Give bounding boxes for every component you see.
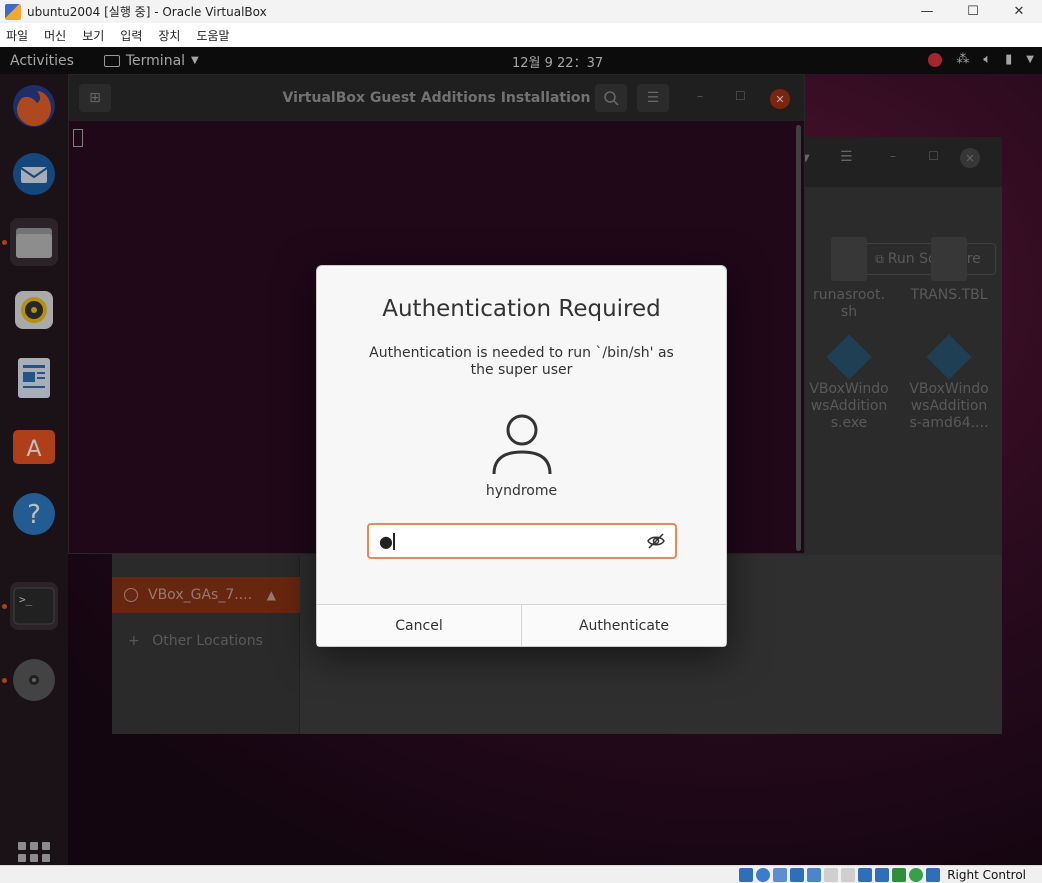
host-statusbar: Right Control [0,865,1042,883]
optical-drive-icon[interactable] [756,867,771,882]
hard-disk-icon[interactable] [739,867,754,882]
cpu-icon[interactable] [892,867,907,882]
authenticate-button[interactable]: Authenticate [521,605,726,646]
username-label: hyndrome [485,483,558,499]
password-field[interactable]: ● [367,523,677,559]
cancel-button[interactable]: Cancel [317,605,521,646]
usb-icon[interactable] [807,867,822,882]
host-titlebar: ubuntu2004 [실행 중] - Oracle VirtualBox — … [0,0,1042,23]
shared-folders-icon[interactable] [824,867,839,882]
keyboard-capture-icon[interactable] [926,867,941,882]
menu-machine[interactable]: 머신 [44,27,66,44]
user-avatar-icon [492,414,552,475]
host-menubar: 파일 머신 보기 입력 장치 도움말 [0,23,1042,47]
host-window-controls: — ☐ ✕ [904,0,1042,23]
video-capture-icon[interactable] [858,867,873,882]
menu-devices[interactable]: 장치 [158,27,180,44]
menu-file[interactable]: 파일 [6,27,28,44]
guest-display[interactable]: Activities Terminal ▼ 12월 9 22：37 ⁂ 🔈︎ ▮… [0,47,1042,865]
mouse-integration-icon[interactable] [909,867,924,882]
menu-input[interactable]: 입력 [120,27,142,44]
host-window-title: ubuntu2004 [실행 중] - Oracle VirtualBox [27,5,267,19]
minimize-button[interactable]: — [904,0,950,23]
maximize-button[interactable]: ☐ [950,0,996,23]
display-icon[interactable] [841,867,856,882]
network-icon[interactable] [790,867,805,882]
virtualbox-app-icon [5,3,21,20]
dialog-message: Authentication is needed to run `/bin/sh… [369,345,674,378]
dialog-title: Authentication Required [382,296,661,322]
authentication-dialog: Authentication Required Authentication i… [316,265,727,647]
dialog-button-row: Cancel Authenticate [317,604,726,646]
menu-help[interactable]: 도움말 [196,27,229,44]
text-caret [393,533,395,550]
recording-icon[interactable] [875,867,890,882]
close-button[interactable]: ✕ [996,0,1042,23]
menu-view[interactable]: 보기 [82,27,104,44]
audio-icon[interactable] [773,867,788,882]
host-key-label: Right Control [947,867,1026,882]
password-value: ● [379,532,393,551]
eye-hidden-icon[interactable] [647,533,665,549]
